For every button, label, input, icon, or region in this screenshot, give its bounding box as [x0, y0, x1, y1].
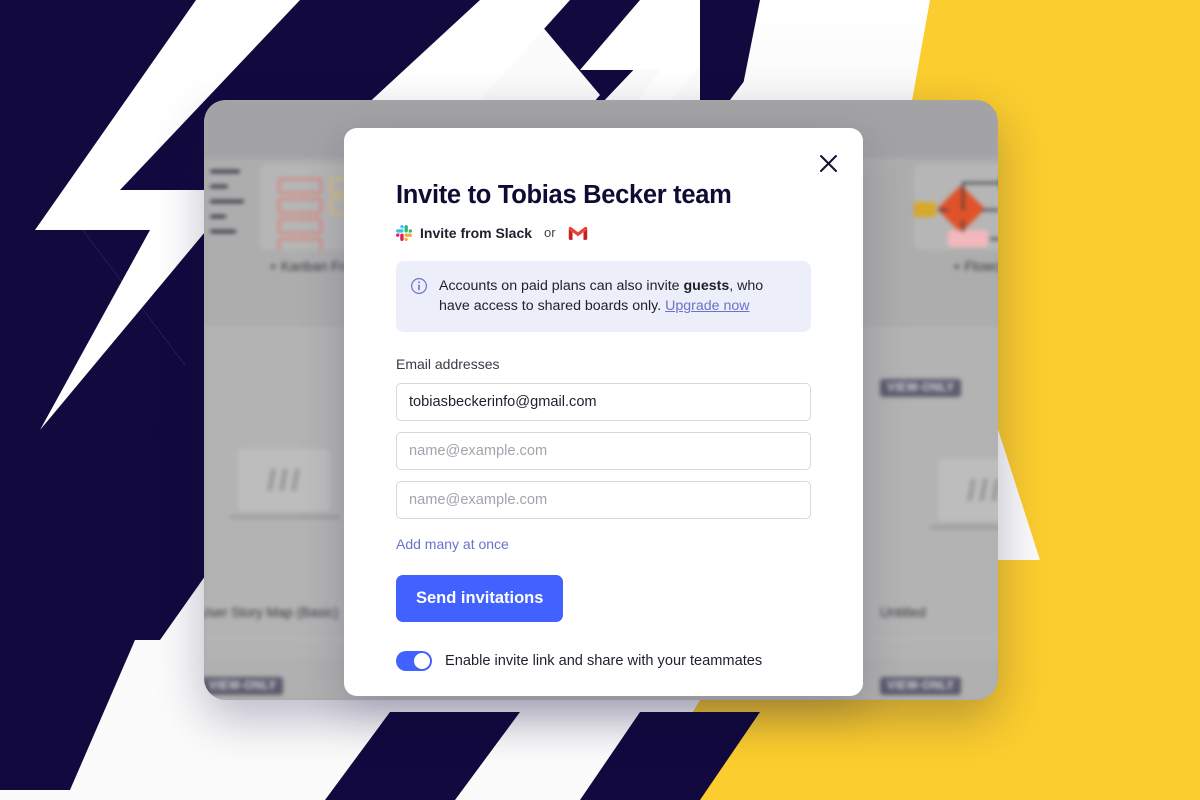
close-icon-glyph [819, 154, 837, 172]
slack-icon [396, 224, 412, 241]
invite-link-toggle-row: Enable invite link and share with your t… [396, 650, 811, 671]
invite-link-toggle-label: Enable invite link and share with your t… [445, 652, 763, 669]
notice-text-bold: guests [683, 277, 730, 294]
notice-text-before: Accounts on paid plans can also invite [439, 277, 684, 294]
board-card-untitled[interactable]: VIEW-ONLY Untitled VIEW-ONLY [864, 329, 998, 695]
invite-from-gmail-button[interactable] [568, 225, 588, 241]
board-label: User Story Map (Basic) [204, 605, 339, 620]
email-input-1[interactable] [396, 382, 811, 421]
status-badge: VIEW-ONLY [204, 677, 284, 695]
miro-placeholder-icon [938, 459, 998, 521]
template-label: + Flowchart [952, 259, 998, 274]
flowchart-thumb [914, 164, 998, 250]
paid-plan-notice: Accounts on paid plans can also invite g… [396, 260, 811, 332]
email-input-3[interactable] [396, 480, 811, 519]
info-circle-icon [411, 277, 427, 294]
close-icon[interactable] [811, 146, 845, 180]
status-badge: VIEW-ONLY [880, 379, 962, 397]
invite-modal: Invite to Tobias Becker team Invite from… [344, 128, 863, 696]
miro-placeholder-icon [238, 449, 330, 511]
upgrade-now-link[interactable]: Upgrade now [665, 298, 749, 314]
screenshot-root: + Kanban Framework + Flowc User Story Ma… [0, 0, 1200, 800]
template-card-flowchart[interactable]: + Flowchart [914, 164, 998, 274]
page-title: Invite to Tobias Becker team [396, 181, 732, 209]
email-addresses-label: Email addresses [396, 355, 500, 372]
toggle-knob [414, 652, 430, 669]
paid-plan-notice-text: Accounts on paid plans can also invite g… [439, 276, 795, 317]
invite-sources-row: Invite from Slack or [396, 224, 811, 241]
send-invitations-button[interactable]: Send invitations [396, 574, 564, 622]
board-label: Untitled [880, 605, 926, 620]
email-input-2[interactable] [396, 431, 811, 470]
or-separator-label: or [544, 225, 556, 241]
status-badge: VIEW-ONLY [880, 677, 962, 695]
invite-from-slack-button[interactable]: Invite from Slack [396, 224, 533, 241]
invite-from-slack-label: Invite from Slack [420, 224, 533, 241]
gmail-icon [568, 226, 587, 240]
add-many-at-once-link[interactable]: Add many at once [396, 536, 509, 552]
invite-link-toggle[interactable] [396, 650, 432, 671]
